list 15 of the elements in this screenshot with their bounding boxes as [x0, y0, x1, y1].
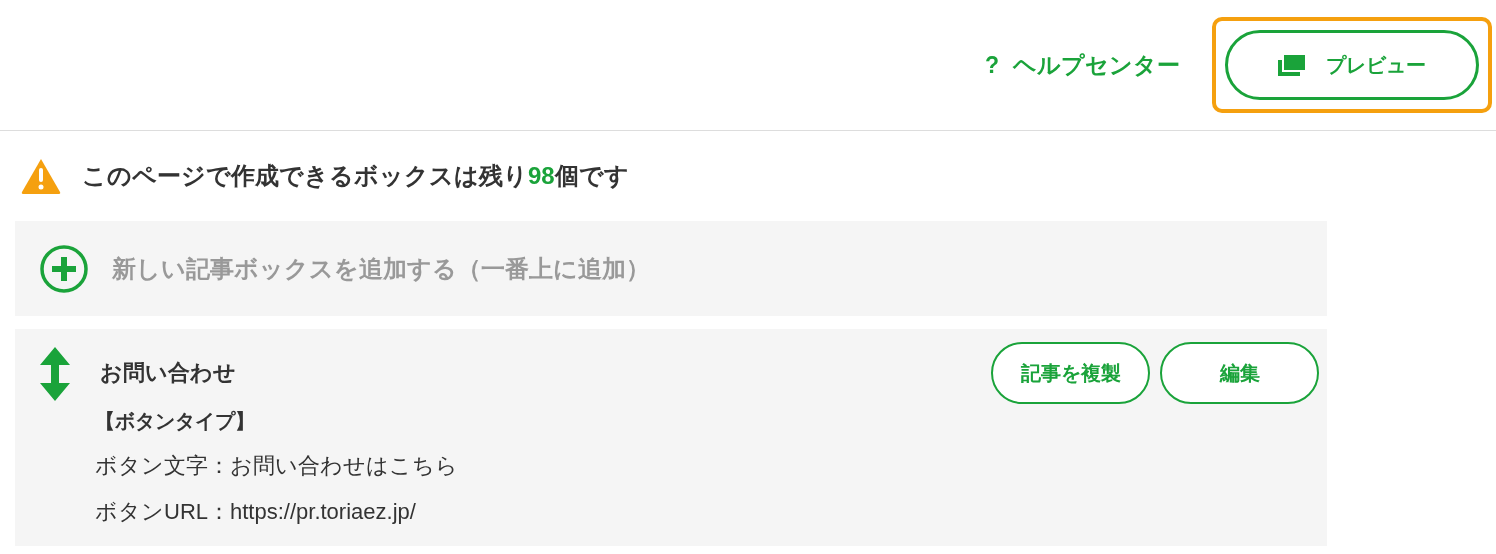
- article-action-button[interactable]: 記事を複製: [991, 342, 1150, 404]
- remaining-boxes-notice: このページで作成できるボックスは残り 98個です: [82, 161, 629, 191]
- article-type: 【ボタンタイプ】: [95, 409, 256, 434]
- article-action-button[interactable]: 編集: [1160, 342, 1319, 404]
- add-article-box[interactable]: 新しい記事ボックスを追加する（一番上に追加）: [15, 221, 1327, 316]
- move-arrows-icon: [40, 347, 70, 401]
- warning-icon: [20, 157, 62, 195]
- help-center-link[interactable]: ? ヘルプセンター: [984, 47, 1180, 83]
- article-detail: ボタン文字：お問い合わせはこちら: [95, 452, 459, 480]
- add-article-label: 新しい記事ボックスを追加する（一番上に追加）: [112, 253, 650, 284]
- preview-button[interactable]: プレビュー: [1225, 30, 1479, 100]
- windows-icon: [1278, 54, 1306, 76]
- plus-circle-icon: [40, 244, 88, 293]
- article-title: お問い合わせ: [100, 360, 237, 386]
- article-detail: ボタンURL：https://pr.toriaez.jp/: [95, 498, 417, 526]
